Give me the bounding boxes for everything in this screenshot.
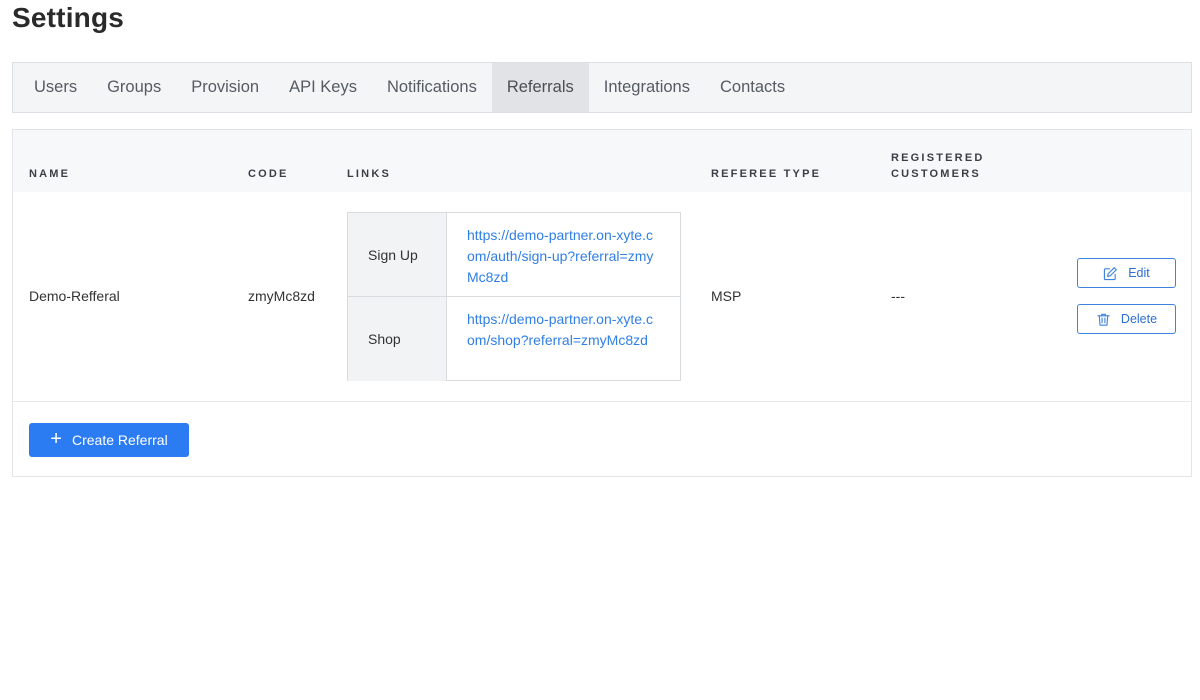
create-referral-label: Create Referral <box>71 432 168 448</box>
link-label: Shop <box>348 297 447 381</box>
shop-link[interactable]: https://demo-partner.on-xyte.com/shop?re… <box>467 309 657 351</box>
registered-customers: --- <box>891 288 905 304</box>
links-table: Sign Up https://demo-partner.on-xyte.com… <box>347 212 681 381</box>
referee-type: MSP <box>711 288 742 304</box>
link-row-shop: Shop https://demo-partner.on-xyte.com/sh… <box>348 297 680 381</box>
edit-button[interactable]: Edit <box>1077 258 1176 288</box>
referral-code: zmyMc8zd <box>248 288 315 304</box>
header-links: LINKS <box>347 168 391 180</box>
table-row: Demo-Refferal zmyMc8zd Sign Up https://d… <box>13 192 1191 402</box>
delete-label: Delete <box>1120 312 1158 326</box>
trash-icon <box>1097 313 1110 326</box>
create-referral-button[interactable]: + Create Referral <box>29 423 189 457</box>
edit-icon <box>1104 266 1118 280</box>
tab-contacts[interactable]: Contacts <box>705 63 800 112</box>
settings-tabs: Users Groups Provision API Keys Notifica… <box>12 62 1192 113</box>
tab-groups[interactable]: Groups <box>92 63 176 112</box>
referral-name: Demo-Refferal <box>29 288 120 304</box>
tab-api-keys[interactable]: API Keys <box>274 63 372 112</box>
header-name: NAME <box>29 168 71 180</box>
tab-users[interactable]: Users <box>19 63 92 112</box>
header-registered-customers: REGISTERED CUSTOMERS <box>891 152 985 180</box>
referrals-table: NAME CODE LINKS REFEREE TYPE REGISTERED … <box>12 129 1192 477</box>
link-row-sign-up: Sign Up https://demo-partner.on-xyte.com… <box>348 213 680 297</box>
header-referee-type: REFEREE TYPE <box>711 168 822 180</box>
page-title: Settings <box>12 2 125 33</box>
edit-label: Edit <box>1128 266 1150 280</box>
header-code: CODE <box>248 168 289 180</box>
tab-referrals[interactable]: Referrals <box>491 63 589 112</box>
tab-notifications[interactable]: Notifications <box>372 63 492 112</box>
tab-provision[interactable]: Provision <box>176 63 274 112</box>
delete-button[interactable]: Delete <box>1077 304 1176 334</box>
tab-integrations[interactable]: Integrations <box>589 63 705 112</box>
plus-icon: + <box>50 428 62 450</box>
link-label: Sign Up <box>348 213 447 296</box>
table-header: NAME CODE LINKS REFEREE TYPE REGISTERED … <box>13 130 1191 192</box>
sign-up-link[interactable]: https://demo-partner.on-xyte.com/auth/si… <box>467 225 657 288</box>
